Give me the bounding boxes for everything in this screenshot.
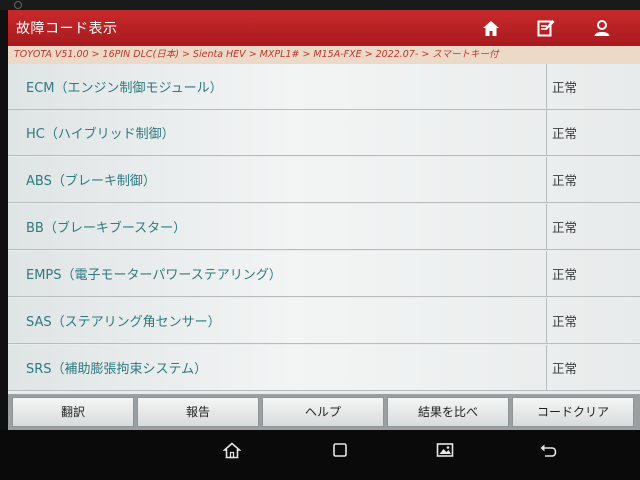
system-row-sas[interactable]: SAS（ステアリング角センサー） 正常	[8, 298, 640, 344]
system-name: SAS（ステアリング角センサー）	[26, 315, 221, 330]
system-row-emps[interactable]: EMPS（電子モーターパワーステアリング） 正常	[8, 251, 640, 297]
report-icon[interactable]	[535, 18, 557, 38]
recent-apps-icon[interactable]	[330, 440, 350, 460]
screen: 故障コード表示 TOYOTA V51.00 > 16PIN DLC(日本) > …	[0, 0, 640, 480]
system-name: HC（ハイブリッド制御）	[26, 127, 175, 142]
system-status: 正常	[552, 361, 578, 376]
system-name: EMPS（電子モーターパワーステアリング）	[26, 268, 282, 283]
page-title: 故障コード表示	[16, 21, 118, 37]
system-status: 正常	[552, 267, 578, 282]
system-row-bb[interactable]: BB（ブレーキブースター） 正常	[8, 204, 640, 250]
column-divider	[546, 204, 547, 250]
column-divider	[546, 64, 547, 110]
system-status: 正常	[552, 80, 578, 95]
column-divider	[546, 110, 547, 156]
help-button[interactable]: ヘルプ	[262, 397, 384, 427]
system-row-ecm[interactable]: ECM（エンジン制御モジュール） 正常	[8, 64, 640, 110]
system-status: 正常	[552, 126, 578, 141]
system-status: 正常	[552, 220, 578, 235]
android-home-icon[interactable]	[222, 440, 242, 460]
android-nav-bar	[0, 430, 640, 480]
system-status: 正常	[552, 173, 578, 188]
breadcrumb: TOYOTA V51.00 > 16PIN DLC(日本) > Sienta H…	[8, 46, 640, 64]
system-list: ECM（エンジン制御モジュール） 正常 HC（ハイブリッド制御） 正常 ABS（…	[8, 64, 640, 394]
clear-codes-button[interactable]: コードクリア	[512, 397, 634, 427]
action-bar: 翻訳 報告 ヘルプ 結果を比べ コードクリア	[8, 394, 640, 430]
system-row-abs[interactable]: ABS（ブレーキ制御） 正常	[8, 157, 640, 203]
column-divider	[546, 251, 547, 297]
report-button[interactable]: 報告	[137, 397, 259, 427]
system-name: ABS（ブレーキ制御）	[26, 174, 156, 189]
gallery-icon[interactable]	[435, 440, 455, 460]
user-icon[interactable]	[591, 18, 613, 38]
title-bar: 故障コード表示	[8, 10, 640, 46]
translate-button[interactable]: 翻訳	[12, 397, 134, 427]
system-row-hc[interactable]: HC（ハイブリッド制御） 正常	[8, 110, 640, 156]
back-icon[interactable]	[538, 440, 558, 460]
system-name: BB（ブレーキブースター）	[26, 221, 187, 236]
column-divider	[546, 157, 547, 203]
system-status: 正常	[552, 314, 578, 329]
column-divider	[546, 345, 547, 391]
column-divider	[546, 298, 547, 344]
compare-results-button[interactable]: 結果を比べ	[387, 397, 509, 427]
system-row-srs[interactable]: SRS（補助膨張拘束システム） 正常	[8, 345, 640, 391]
home-icon[interactable]	[480, 18, 502, 38]
status-strip	[0, 0, 640, 10]
status-indicator-icon	[14, 1, 22, 9]
system-name: ECM（エンジン制御モジュール）	[26, 81, 223, 96]
system-name: SRS（補助膨張拘束システム）	[26, 362, 208, 377]
